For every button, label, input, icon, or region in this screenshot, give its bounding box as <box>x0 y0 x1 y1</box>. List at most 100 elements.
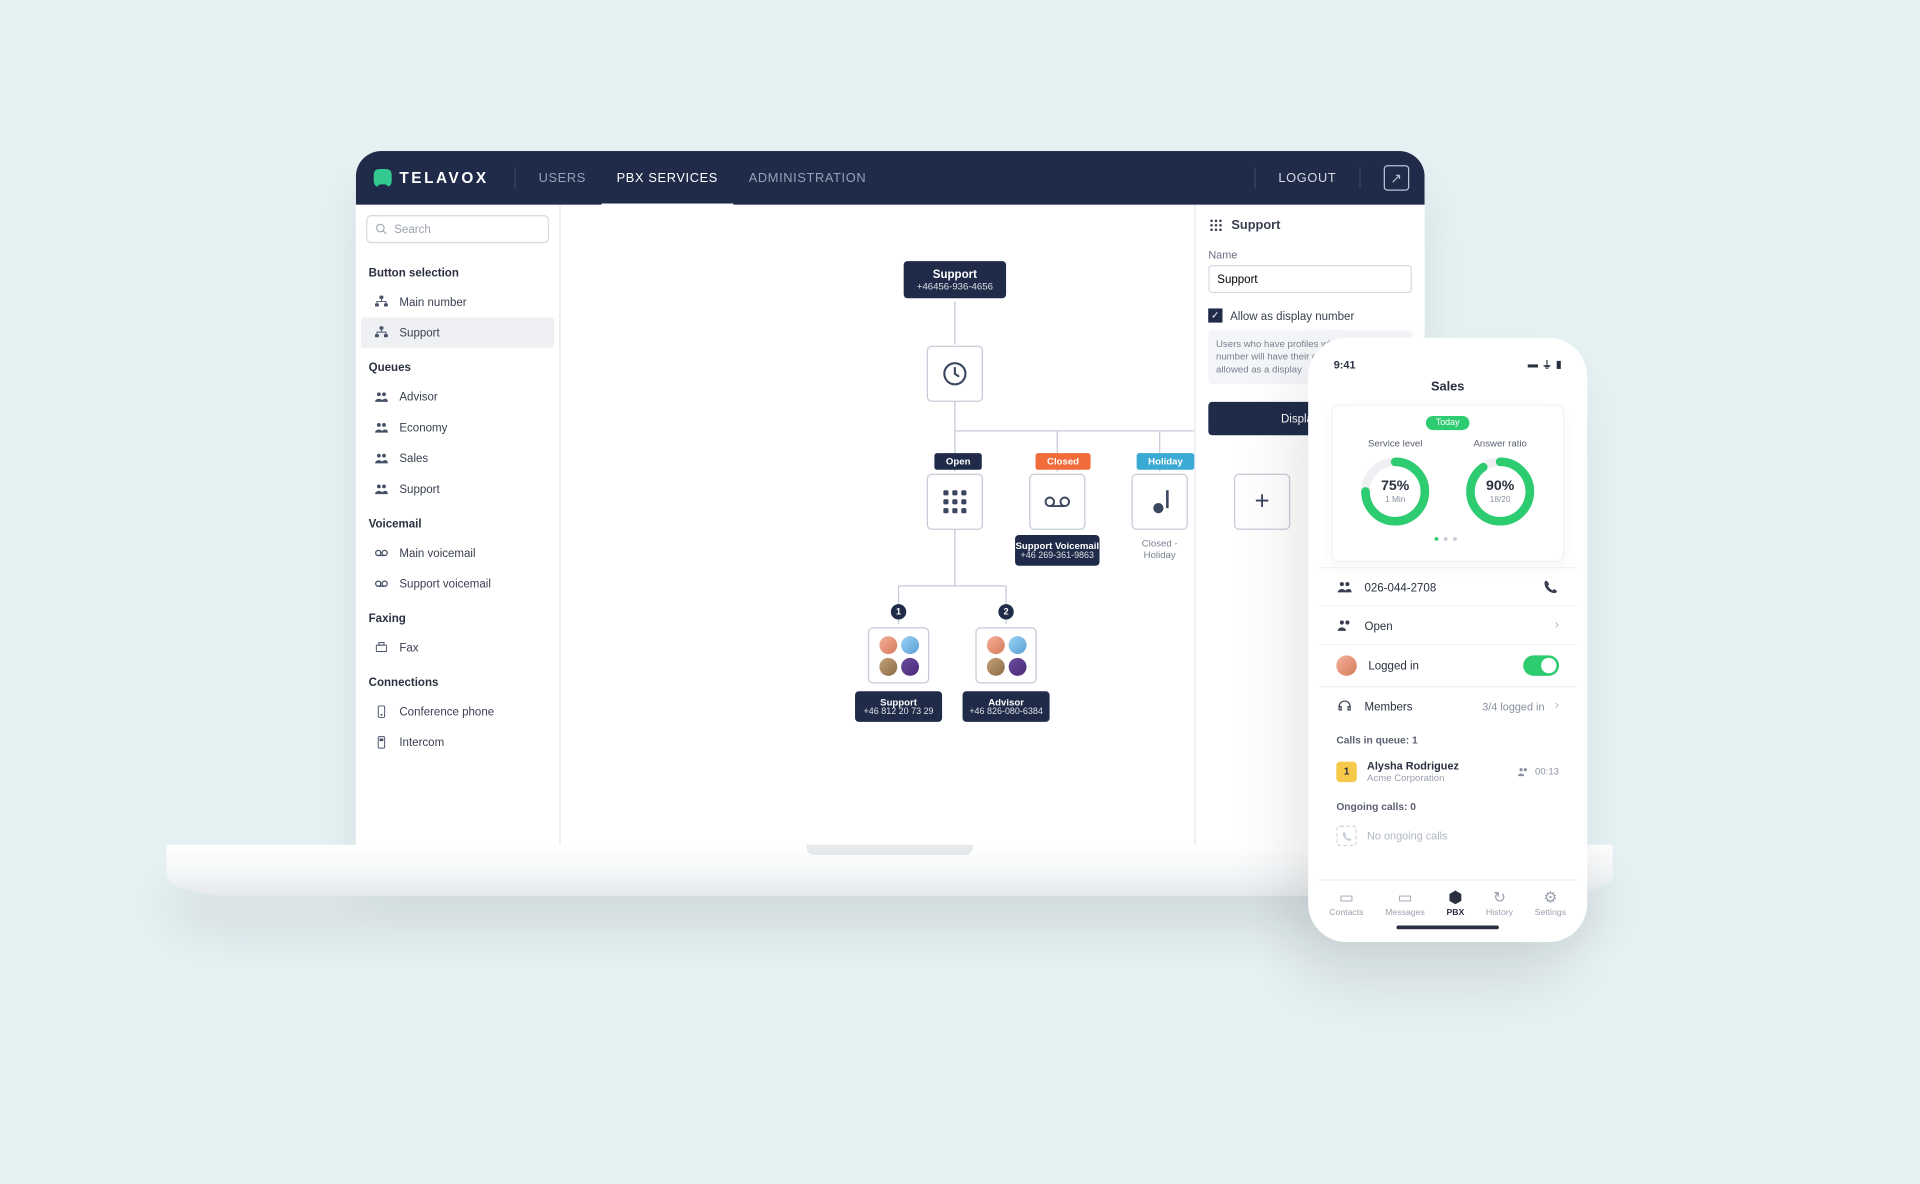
history-icon: ↻ <box>1486 888 1513 906</box>
queue-position-badge: 1 <box>1336 761 1356 781</box>
section-connections: Connections <box>356 663 560 696</box>
tab-contacts[interactable]: ▭Contacts <box>1329 888 1363 917</box>
nav-pbx-services[interactable]: PBX SERVICES <box>601 152 733 206</box>
phone-mock: 9:41 ▬ ⏚ ▮ Sales Today Service level 75%1 … <box>1308 338 1587 942</box>
stats-card: Today Service level 75%1 Min Answer rati… <box>1331 404 1564 561</box>
sidebar-item-conference-phone[interactable]: Conference phone <box>361 696 554 727</box>
schedule-node[interactable] <box>927 346 983 402</box>
headset-icon <box>1336 698 1353 715</box>
tab-pbx[interactable]: ⬢PBX <box>1446 888 1464 917</box>
tab-settings[interactable]: ⚙Settings <box>1535 888 1566 917</box>
tab-history[interactable]: ↻History <box>1486 888 1513 917</box>
phone-device-icon <box>374 704 389 719</box>
sidebar-item-economy[interactable]: Economy <box>361 412 554 443</box>
row-status[interactable]: Open › <box>1318 605 1577 643</box>
divider <box>1359 168 1360 188</box>
external-link-icon[interactable] <box>1384 165 1410 191</box>
connector-lines <box>561 205 1195 865</box>
sidebar-item-support[interactable]: Support <box>361 317 554 348</box>
answer-ratio-gauge: 90%18/20 <box>1463 454 1537 528</box>
contacts-icon: ▭ <box>1329 888 1363 906</box>
row-logged-in[interactable]: Logged in <box>1318 644 1577 686</box>
badge-1: 1 <box>891 604 906 619</box>
people-icon <box>1336 579 1353 596</box>
row-members[interactable]: Members 3/4 logged in› <box>1318 686 1577 724</box>
row-number[interactable]: 026-044-2708 <box>1318 567 1577 605</box>
phone-icon <box>1542 579 1559 596</box>
sidebar-item-support-voicemail[interactable]: Support voicemail <box>361 568 554 599</box>
checkbox-icon: ✓ <box>1208 308 1222 322</box>
tag-open: Open <box>934 453 982 470</box>
people-icon <box>1336 617 1353 634</box>
brand-name: TELAVOX <box>399 169 488 187</box>
team-card-1[interactable]: Support+46 812 20 73 29 <box>855 691 942 722</box>
chevron-right-icon: › <box>1555 699 1559 713</box>
messages-icon: ▭ <box>1385 888 1425 906</box>
chevron-right-icon: › <box>1555 618 1559 632</box>
sidebar-item-main-voicemail[interactable]: Main voicemail <box>361 538 554 569</box>
ongoing-section-title: Ongoing calls: 0 <box>1318 791 1577 818</box>
badge-2: 2 <box>998 604 1013 619</box>
team-node-1[interactable] <box>868 627 929 683</box>
logout-link[interactable]: LOGOUT <box>1278 171 1336 185</box>
sitemap-icon <box>374 325 389 340</box>
sidebar-item-support-queue[interactable]: Support <box>361 474 554 505</box>
app-header: TELAVOX USERS PBX SERVICES ADMINISTRATIO… <box>356 151 1425 205</box>
nav-users[interactable]: USERS <box>523 151 601 205</box>
tag-holiday: Holiday <box>1137 453 1195 470</box>
voicemail-icon <box>374 545 389 560</box>
sidebar-item-intercom[interactable]: Intercom <box>361 727 554 758</box>
carousel-dots[interactable]: ●●● <box>1343 529 1553 551</box>
sitemap-icon <box>374 294 389 309</box>
team-node-2[interactable] <box>975 627 1036 683</box>
battery-icon: ▮ <box>1556 358 1562 372</box>
queue-item[interactable]: 1 Alysha RodriguezAcme Corporation 00:13 <box>1318 751 1577 791</box>
music-node[interactable] <box>1132 474 1188 530</box>
sidebar: Search Button selection Main number Supp… <box>356 205 561 865</box>
keypad-node[interactable] <box>927 474 983 530</box>
answer-ratio-label: Answer ratio <box>1463 438 1537 450</box>
phone-page-title: Sales <box>1318 375 1577 404</box>
people-icon <box>1517 765 1530 778</box>
allow-display-checkbox[interactable]: ✓ Allow as display number <box>1208 308 1412 322</box>
voicemail-card[interactable]: Support Voicemail +46 269-361-9863 <box>1015 535 1099 566</box>
sidebar-item-advisor[interactable]: Advisor <box>361 381 554 412</box>
root-node[interactable]: Support +46456-936-4656 <box>904 261 1006 298</box>
holiday-caption: Closed - Holiday <box>1128 538 1192 561</box>
plus-icon: + <box>1255 487 1270 516</box>
logged-in-toggle[interactable] <box>1523 655 1559 675</box>
avatar <box>1336 655 1356 675</box>
panel-title: Support <box>1231 218 1280 232</box>
logo-icon <box>374 169 392 187</box>
search-placeholder: Search <box>394 223 431 236</box>
phone-tabbar: ▭Contacts ▭Messages ⬢PBX ↻History ⚙Setti… <box>1318 879 1577 920</box>
search-input[interactable]: Search <box>366 215 549 243</box>
clock-icon <box>941 360 969 388</box>
avatar <box>1008 636 1026 654</box>
nav-administration[interactable]: ADMINISTRATION <box>733 151 881 205</box>
team-card-2[interactable]: Advisor+46 826-080-6384 <box>963 691 1050 722</box>
root-title: Support <box>904 268 1006 281</box>
avatar <box>986 657 1004 675</box>
sidebar-item-fax[interactable]: Fax <box>361 632 554 663</box>
service-level-gauge: 75%1 Min <box>1358 454 1432 528</box>
laptop-mock: TELAVOX USERS PBX SERVICES ADMINISTRATIO… <box>356 151 1425 865</box>
clock-time: 9:41 <box>1334 358 1356 372</box>
service-level-label: Service level <box>1358 438 1432 450</box>
settings-icon: ⚙ <box>1535 888 1566 906</box>
name-label: Name <box>1208 248 1412 261</box>
sidebar-item-main-number[interactable]: Main number <box>361 287 554 318</box>
name-field[interactable] <box>1208 265 1412 293</box>
tab-messages[interactable]: ▭Messages <box>1385 888 1425 917</box>
people-icon <box>374 389 389 404</box>
search-icon <box>375 223 388 236</box>
queue-section-title: Calls in queue: 1 <box>1318 724 1577 751</box>
signal-icon: ▬ <box>1528 358 1538 372</box>
keypad-icon <box>943 490 966 513</box>
add-node[interactable]: + <box>1234 474 1290 530</box>
root-number: +46456-936-4656 <box>904 280 1006 292</box>
flow-canvas[interactable]: Support +46456-936-4656 Open Closed Holi… <box>561 205 1195 865</box>
wifi-icon: ⏚ <box>1542 358 1552 372</box>
voicemail-node[interactable] <box>1029 474 1085 530</box>
sidebar-item-sales[interactable]: Sales <box>361 443 554 474</box>
